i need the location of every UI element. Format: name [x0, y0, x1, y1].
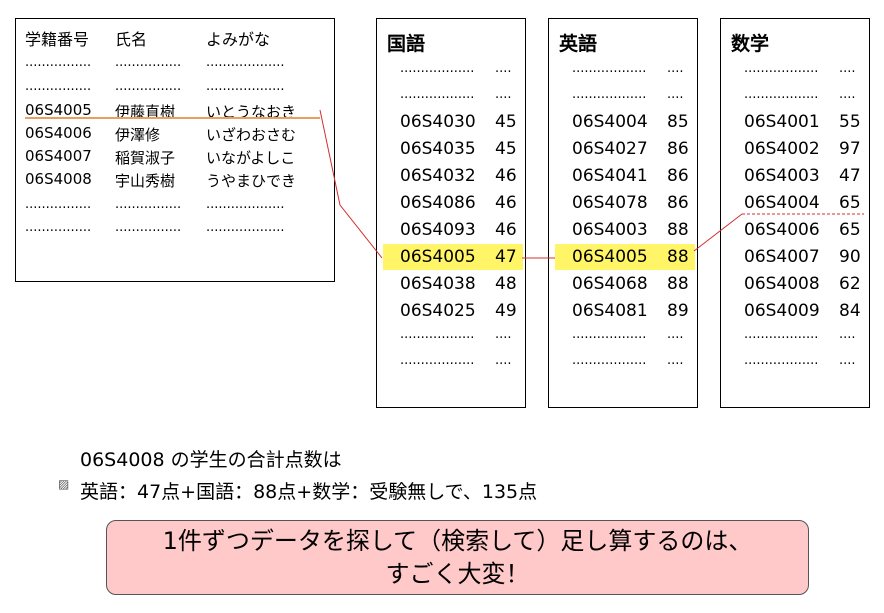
hatch-icon: ▨	[58, 477, 70, 491]
callout-box: 1件ずつデータを探して（検索して）足し算するのは、 すごく大変！	[106, 520, 809, 595]
callout-line2: すごく大変！	[385, 560, 530, 588]
caption-line2: 英語：47点+国語：88点+数学：受験無しで、135点	[80, 481, 538, 503]
link-line-students-japanese	[319, 109, 383, 259]
caption-line1: 06S4008 の学生の合計点数は	[80, 449, 342, 471]
callout-line1: 1件ずつデータを探して（検索して）足し算するのは、	[162, 527, 753, 555]
link-line-english-math	[693, 213, 743, 252]
